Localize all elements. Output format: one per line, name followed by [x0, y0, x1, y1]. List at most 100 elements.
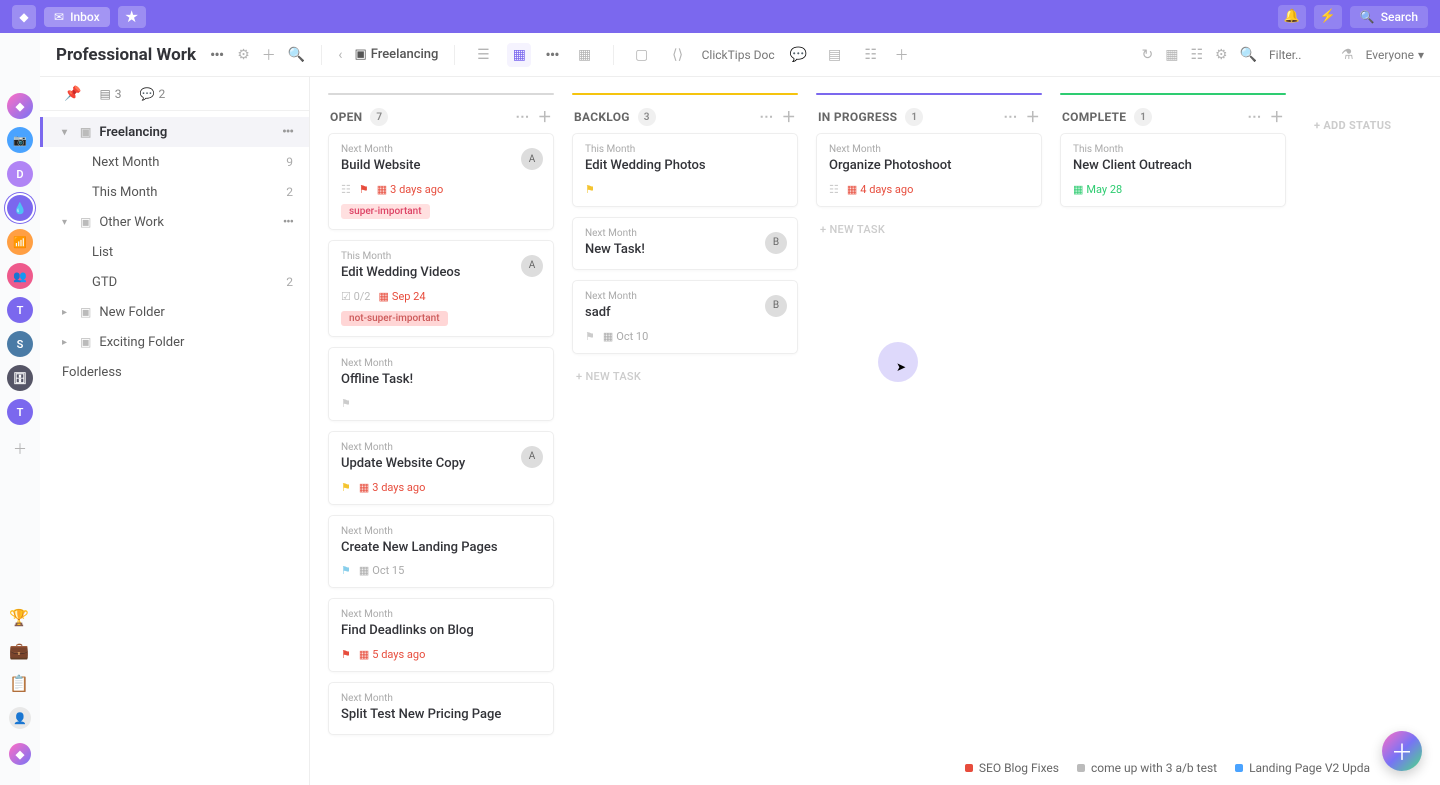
app-settings-icon[interactable]: ◆: [9, 743, 31, 765]
sidebar-item[interactable]: GTD2: [40, 267, 309, 297]
sidebar-tab-docs[interactable]: 💬2: [140, 87, 166, 101]
assignee-avatar[interactable]: A: [521, 446, 543, 468]
automation-button[interactable]: ⚡: [1314, 5, 1342, 29]
filter-input[interactable]: [1269, 48, 1329, 62]
chat-view-button[interactable]: 💬: [787, 43, 811, 67]
priority-flag-icon[interactable]: ⚑: [359, 183, 369, 196]
favorites-button[interactable]: ★: [118, 6, 146, 28]
space-menu-button[interactable]: •••: [208, 45, 225, 64]
doc-view-button[interactable]: ▢: [630, 43, 654, 67]
due-date[interactable]: ▦ Oct 15: [359, 564, 404, 577]
gantt-view-button[interactable]: ☷: [859, 43, 883, 67]
embed-view-button[interactable]: ⟨⟩: [666, 43, 690, 67]
task-card[interactable]: Next MonthSplit Test New Pricing Page: [328, 682, 554, 735]
back-icon[interactable]: ‹: [338, 47, 342, 63]
priority-flag-icon[interactable]: ⚑: [585, 183, 595, 196]
due-date[interactable]: ▦ 3 days ago: [377, 183, 443, 196]
sidebar-item[interactable]: Folderless: [40, 357, 309, 387]
priority-flag-icon[interactable]: ⚑: [341, 648, 351, 661]
due-date[interactable]: ▦ 5 days ago: [359, 648, 425, 661]
calendar-view-button[interactable]: ▦: [573, 43, 597, 67]
clipboard-icon[interactable]: 📋: [9, 674, 31, 693]
tray-item[interactable]: SEO Blog Fixes: [965, 761, 1059, 775]
sidebar-item[interactable]: ▾▣Other Work•••: [40, 207, 309, 237]
due-date[interactable]: ▦ Sep 24: [379, 290, 426, 303]
due-date[interactable]: ▦ May 28: [1073, 183, 1122, 196]
briefcase-icon[interactable]: 💼: [9, 641, 31, 660]
assignee-avatar[interactable]: B: [765, 295, 787, 317]
add-workspace-button[interactable]: ＋: [13, 439, 27, 459]
autosave-icon[interactable]: ↻: [1142, 47, 1154, 63]
workspace-chip[interactable]: T: [7, 297, 33, 323]
column-add-icon[interactable]: ＋: [538, 107, 552, 127]
workspace-chip[interactable]: T: [7, 399, 33, 425]
sidebar-item[interactable]: ▸▣Exciting Folder: [40, 327, 309, 357]
workspace-chip[interactable]: 🗄: [7, 365, 33, 391]
quick-create-button[interactable]: ＋: [1382, 731, 1422, 771]
workspace-chip[interactable]: 📶: [7, 229, 33, 255]
task-card[interactable]: Next MonthUpdate Website CopyA⚑▦ 3 days …: [328, 431, 554, 505]
trophy-icon[interactable]: 🏆: [9, 608, 31, 627]
tray-item[interactable]: Landing Page V2 Upda: [1235, 761, 1370, 775]
tray-item[interactable]: come up with 3 a/b test: [1077, 761, 1217, 775]
task-card[interactable]: Next MonthCreate New Landing Pages⚑▦ Oct…: [328, 515, 554, 589]
space-title[interactable]: Professional Work: [56, 45, 196, 65]
search-icon[interactable]: 🔍: [288, 47, 305, 63]
assignee-avatar[interactable]: A: [521, 255, 543, 277]
workspace-chip[interactable]: S: [7, 331, 33, 357]
subtasks-icon[interactable]: ☷: [1190, 47, 1203, 63]
app-logo-icon[interactable]: ◆: [12, 5, 36, 29]
inbox-button[interactable]: ✉ Inbox: [44, 7, 110, 27]
task-card[interactable]: Next MonthsadfB⚑▦ Oct 10: [572, 280, 798, 354]
column-add-icon[interactable]: ＋: [1026, 107, 1040, 127]
doc-name[interactable]: ClickTips Doc: [702, 48, 775, 62]
due-date[interactable]: ▦ 4 days ago: [847, 183, 913, 196]
sidebar-tab-lists[interactable]: ▤3: [99, 87, 121, 101]
add-status-button[interactable]: + ADD STATUS: [1304, 93, 1401, 158]
priority-flag-icon[interactable]: ⚑: [341, 397, 351, 410]
row-menu-icon[interactable]: •••: [282, 125, 293, 140]
task-card[interactable]: Next MonthFind Deadlinks on Blog⚑▦ 5 day…: [328, 598, 554, 672]
add-icon[interactable]: ＋: [262, 45, 276, 65]
task-card[interactable]: Next MonthNew Task!B: [572, 217, 798, 270]
due-date[interactable]: ▦ 3 days ago: [359, 481, 425, 494]
new-task-button[interactable]: + NEW TASK: [572, 364, 798, 389]
priority-flag-icon[interactable]: ⚑: [341, 564, 351, 577]
row-menu-icon[interactable]: •••: [283, 215, 293, 230]
priority-flag-icon[interactable]: ⚑: [341, 481, 351, 494]
tag-chip[interactable]: not-super-important: [341, 311, 448, 326]
search-icon[interactable]: 🔍: [1240, 47, 1257, 63]
show-icon[interactable]: ⚙: [1215, 47, 1228, 63]
group-icon[interactable]: ▦: [1165, 47, 1178, 63]
tag-chip[interactable]: super-important: [341, 204, 430, 219]
list-view-button[interactable]: ☰: [471, 43, 495, 67]
sidebar-item[interactable]: List: [40, 237, 309, 267]
sidebar-item[interactable]: ▸▣New Folder: [40, 297, 309, 327]
column-menu-icon[interactable]: ⋯: [759, 109, 773, 125]
task-card[interactable]: This MonthEdit Wedding Photos⚑: [572, 133, 798, 207]
breadcrumb-folder[interactable]: ▣ Freelancing: [354, 47, 438, 62]
column-menu-icon[interactable]: ⋯: [1247, 109, 1261, 125]
board-view-button[interactable]: ▦: [507, 43, 531, 67]
column-menu-icon[interactable]: ⋯: [1003, 109, 1017, 125]
assignee-scope[interactable]: Everyone ▾: [1366, 48, 1424, 62]
user-avatar[interactable]: 👤: [9, 707, 31, 729]
assignee-avatar[interactable]: B: [765, 232, 787, 254]
workspace-chip-active[interactable]: 💧: [7, 195, 33, 221]
sidebar-item[interactable]: Next Month9: [40, 147, 309, 177]
new-task-button[interactable]: + NEW TASK: [816, 217, 1042, 242]
sidebar-item[interactable]: This Month2: [40, 177, 309, 207]
column-add-icon[interactable]: ＋: [782, 107, 796, 127]
priority-flag-icon[interactable]: ⚑: [585, 330, 595, 343]
task-card[interactable]: This MonthEdit Wedding VideosA☑ 0/2▦ Sep…: [328, 240, 554, 337]
workspace-chip[interactable]: 👥: [7, 263, 33, 289]
add-view-button[interactable]: ＋: [895, 45, 909, 65]
pin-icon[interactable]: 📌: [64, 86, 81, 102]
workspace-chip[interactable]: D: [7, 161, 33, 187]
column-add-icon[interactable]: ＋: [1270, 107, 1284, 127]
workspace-home-icon[interactable]: ◆: [7, 93, 33, 119]
filter-icon[interactable]: ⚗: [1341, 47, 1354, 63]
task-card[interactable]: Next MonthOffline Task!⚑: [328, 347, 554, 421]
workspace-chip[interactable]: 📷: [7, 127, 33, 153]
sidebar-item[interactable]: ▾▣Freelancing•••: [40, 117, 309, 147]
